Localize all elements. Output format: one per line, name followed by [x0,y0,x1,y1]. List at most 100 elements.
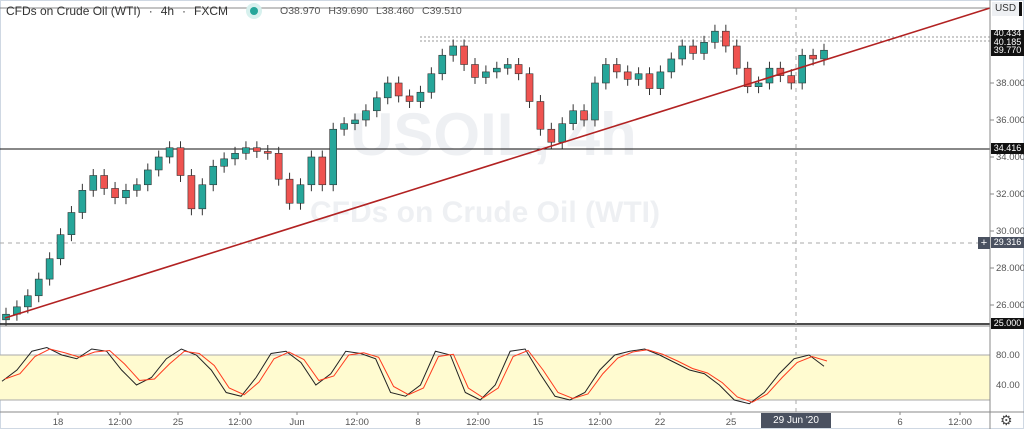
candle-down [536,101,545,130]
price-label-last: 39.770 [991,45,1024,56]
candle-up [351,119,359,125]
candle-down [623,71,632,80]
currency-label[interactable]: USD [992,2,1022,16]
price-label-25000: 25.000 [991,318,1024,329]
candle-down [722,30,730,47]
osc-tick-label: 80.00 [996,350,1020,361]
candle-down [580,110,588,121]
osc-ticks: 80.00 40.00 [996,350,1020,391]
candle-up [492,67,501,73]
candle-up [329,128,338,186]
candle-up [56,234,65,260]
candle-down [263,151,272,154]
candle-down [187,175,196,210]
candle-up [67,212,76,236]
trend-line[interactable] [4,7,991,319]
candle-up [307,156,316,186]
candle-up [340,123,348,130]
low-value: L38.460 [376,5,415,17]
high-value: H39.690 [328,5,369,17]
close-value: C39.510 [422,5,462,17]
price-chart[interactable]: USOIL, 4h CFDs on Crude Oil (WTI) 38.000… [0,0,1024,429]
candle-up [591,82,599,121]
candle-up [754,82,763,88]
price-tick-label: 30.000 [996,226,1024,237]
chart-legend: CFDs on Crude Oil (WTI) · 4h · FXCM O38.97… [6,4,462,18]
candle-down [318,156,327,186]
candle-down [394,82,403,97]
candle-down [460,45,468,65]
candle-up [34,278,43,297]
stoch-band [0,355,990,400]
time-tick-label: 12:00 [108,417,132,428]
candle-down [285,178,294,204]
candle-up [383,82,392,99]
candle-up [296,184,305,204]
exchange: FXCM [194,4,229,18]
candle-up [209,165,218,186]
time-tick-label: 25 [726,417,737,428]
time-tick-label: 12:00 [228,417,252,428]
candle-up [373,97,381,112]
candle-up [798,54,806,84]
candle-up [656,71,665,89]
price-tick-label: 36.000 [996,115,1024,126]
time-tick-label: 15 [533,417,544,428]
candle-up [765,67,774,84]
price-tick-label: 32.000 [996,189,1024,200]
candle-up [24,295,32,308]
candle-up [438,54,447,75]
candle-up [449,45,457,56]
candles [2,24,828,327]
candle-up [122,190,130,199]
time-tick-label: 22 [655,417,666,428]
candle-down [689,45,697,54]
crosshair-time-label: 29 Jun '20 16:00 [761,413,831,441]
candle-up [220,158,228,167]
time-tick-label: 12:00 [948,417,972,428]
candle-down [612,64,621,73]
price-tick-label: 28.000 [996,263,1024,274]
price-ticks: 38.00036.00034.00032.00030.00028.00026.0… [990,78,1024,311]
time-tick-label: 6 [897,417,902,428]
candle-up [634,73,643,80]
candle-up [427,73,436,93]
candle-up [165,147,174,158]
candle-up [558,123,567,143]
time-tick-label: 18 [53,417,64,428]
candle-down [809,54,817,60]
time-tick-label: 12:00 [588,417,612,428]
candle-down [732,45,741,69]
candle-down [547,128,556,143]
symbol-name[interactable]: CFDs on Crude Oil (WTI) [6,4,141,18]
candle-up [667,58,676,73]
candle-down [787,75,796,84]
price-label-34416: 34.416 [991,143,1024,154]
candle-down [514,64,523,75]
candle-down [471,64,479,78]
candle-up [133,184,141,191]
open-value: O38.970 [280,5,321,17]
candle-down [405,95,414,102]
candle-up [242,147,250,154]
price-tick-label: 26.000 [996,300,1024,311]
time-tick-label: 12:00 [345,417,369,428]
settings-gear-icon[interactable]: ⚙ [1000,412,1013,429]
candle-down [525,73,534,102]
time-tick-label: 25 [173,417,184,428]
candle-up [711,30,719,43]
candle-down [645,73,654,89]
add-alert-plus-icon[interactable]: + [978,237,990,249]
candle-up [143,169,152,186]
interval[interactable]: 4h [161,4,174,18]
time-tick-label: Jun [289,417,304,428]
market-status-icon [250,7,259,15]
price-tick-label: 38.000 [996,78,1024,89]
candle-up [362,110,370,121]
candle-up [820,49,828,60]
candle-up [231,153,239,160]
time-ticks: 18 12:00 25 12:00 Jun 12:00 8 12:00 15 12:00 22 25 6… [53,412,972,428]
watermark-description: CFDs on Crude Oil (WTI) [310,196,660,229]
candle-up [78,190,87,213]
candle-up [154,156,163,171]
